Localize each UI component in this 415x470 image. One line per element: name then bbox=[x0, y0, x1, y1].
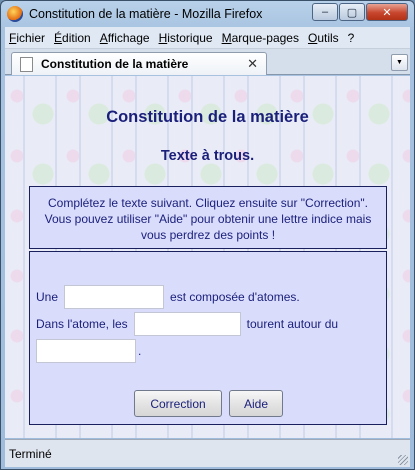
status-bar: Terminé bbox=[5, 439, 410, 467]
exercise-line-2: Dans l'atome, les tourent autour du bbox=[36, 312, 338, 336]
exercise-line-1: Une est composée d'atomes. bbox=[36, 285, 300, 309]
menu-edition[interactable]: Édition bbox=[54, 31, 91, 45]
close-window-button[interactable]: ✕ bbox=[366, 3, 408, 21]
caption-buttons: – ▢ ✕ bbox=[311, 3, 408, 21]
page-content: Constitution de la matière Texte à trous… bbox=[5, 76, 410, 438]
title-bar[interactable]: Constitution de la matière - Mozilla Fir… bbox=[1, 1, 414, 27]
line3-after-text: . bbox=[138, 344, 142, 358]
line1-after-text: est composée d'atomes. bbox=[170, 290, 300, 304]
menu-help[interactable]: ? bbox=[348, 31, 355, 45]
tab-label: Constitution de la matière bbox=[41, 57, 189, 71]
window-title: Constitution de la matière - Mozilla Fir… bbox=[29, 7, 263, 21]
tab-bar: Constitution de la matière ✕ ▼ bbox=[5, 49, 410, 75]
page-icon bbox=[20, 56, 33, 72]
instructions-box: Complétez le texte suivant. Cliquez ensu… bbox=[29, 186, 387, 249]
menu-fichier[interactable]: Fichier bbox=[9, 31, 45, 45]
correction-button[interactable]: Correction bbox=[134, 390, 222, 417]
close-tab-icon[interactable]: ✕ bbox=[247, 56, 258, 72]
menu-bar: Fichier Édition Affichage Historique Mar… bbox=[5, 27, 410, 49]
firefox-icon bbox=[7, 6, 23, 22]
aide-button[interactable]: Aide bbox=[229, 390, 283, 417]
minimize-button[interactable]: – bbox=[312, 3, 338, 21]
maximize-button[interactable]: ▢ bbox=[339, 3, 365, 21]
line1-before-text: Une bbox=[36, 290, 59, 304]
blank-1-input[interactable] bbox=[64, 285, 165, 309]
line2-before-text: Dans l'atome, les bbox=[36, 317, 128, 331]
exercise-box: Une est composée d'atomes. Dans l'atome,… bbox=[29, 251, 387, 425]
browser-window: Constitution de la matière - Mozilla Fir… bbox=[0, 0, 415, 470]
tab-list-button[interactable]: ▼ bbox=[391, 54, 408, 71]
line2-after-text: tourent autour du bbox=[246, 317, 339, 331]
blank-3-input[interactable] bbox=[36, 339, 136, 363]
menu-outils[interactable]: Outils bbox=[308, 31, 339, 45]
blank-2-input[interactable] bbox=[133, 312, 241, 336]
menu-historique[interactable]: Historique bbox=[159, 31, 213, 45]
page-subtitle: Texte à trous. bbox=[160, 148, 255, 164]
tab-constitution[interactable]: Constitution de la matière ✕ bbox=[11, 52, 267, 75]
menu-marque-pages[interactable]: Marque-pages bbox=[222, 31, 299, 45]
exercise-line-3: . bbox=[36, 339, 141, 363]
page-title: Constitution de la matière bbox=[106, 108, 309, 126]
menu-affichage[interactable]: Affichage bbox=[100, 31, 150, 45]
status-text: Terminé bbox=[9, 446, 52, 461]
resize-grip-icon[interactable] bbox=[398, 455, 408, 465]
